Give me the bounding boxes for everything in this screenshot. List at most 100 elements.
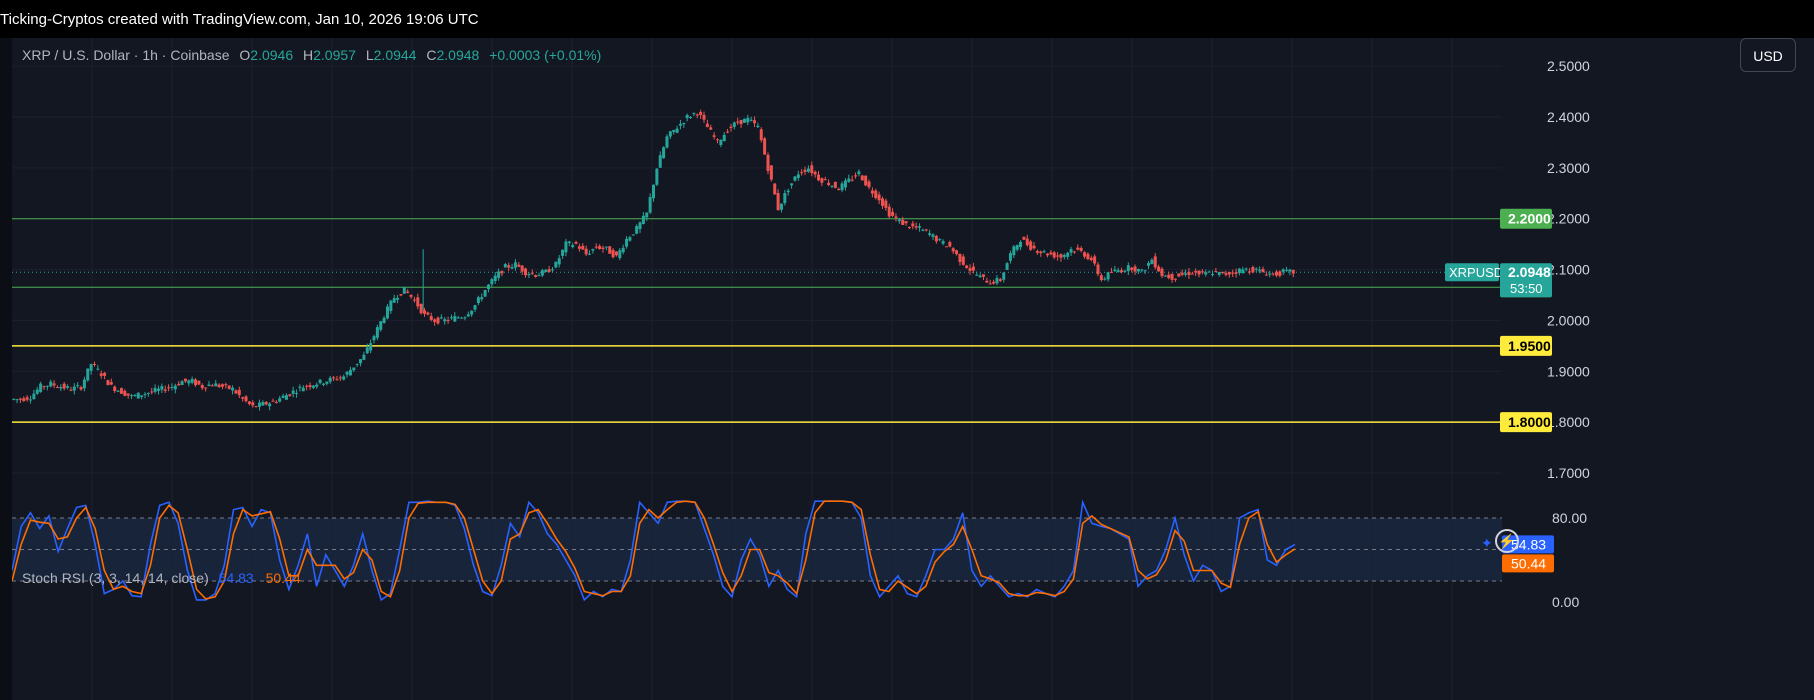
candle-up [840,183,844,191]
candle-up [402,286,406,294]
candle-down [1039,251,1043,254]
candle-down [766,154,770,171]
candle-down [93,363,97,365]
candle-down [109,382,113,385]
candle-up [268,403,272,407]
candle-down [1083,252,1087,257]
candle-down [1177,273,1181,277]
candle-down [1194,270,1198,273]
candle-up [473,305,477,310]
candle-up [591,249,595,251]
candle-up [460,317,464,319]
chart-canvas[interactable]: 2.5000 2.4000 2.3000 2.2000 2.1000 2.0000 1.90… [12,38,1814,700]
candle-up [153,387,157,392]
currency-button[interactable]: USD [1740,38,1796,72]
grid-lines [12,38,1502,700]
candle-down [247,401,251,404]
candle-down [924,229,928,231]
candle-down [412,299,416,301]
candle-down [409,294,413,297]
candle-up [476,297,480,304]
candle-down [736,121,740,123]
candle-up [1002,272,1006,280]
candle-down [800,172,804,174]
candle-up [12,398,16,400]
candle-down [880,198,884,206]
candle-down [237,389,241,396]
candle-down [810,165,814,174]
candle-down [759,129,763,141]
candle-down [1029,241,1033,250]
candle-up [453,316,457,322]
open-value: 2.0946 [250,47,294,63]
candle-down [934,235,938,242]
candle-up [544,269,548,273]
candle-down [773,183,777,195]
candle-down [217,384,221,388]
candle-down [332,377,336,379]
candle-down [803,169,807,172]
candle-down [1231,272,1235,274]
candle-down [1079,248,1083,251]
candle-up [921,229,925,231]
candle-down [1234,272,1238,274]
candle-down [891,211,895,216]
chart-frame[interactable]: 2.5000 2.4000 2.3000 2.2000 2.1000 2.0000 1.90… [12,38,1814,700]
candle-up [675,128,679,133]
candle-up [375,327,379,338]
candle-up [648,197,652,213]
candle-down [1049,252,1053,255]
price-tick-label: 2.5000 [1547,58,1590,74]
candle-down [1173,278,1177,280]
candle-down [500,270,504,274]
candle-down [827,182,831,186]
level-tag-label: 2.2000 [1508,211,1551,227]
candle-up [352,367,356,371]
candle-up [732,122,736,127]
candle-up [554,261,558,268]
lightning-icon[interactable]: ⚡ [1495,529,1519,553]
candle-down [274,402,278,404]
candle-down [1274,271,1278,276]
candle-down [726,131,730,133]
attribution-bar: Ticking-Cryptos created with TradingView… [0,0,1814,38]
candle-up [938,239,942,241]
candle-up [143,394,147,396]
candle-down [244,396,248,402]
candle-up [527,274,531,276]
symbol-legend: XRP / U.S. Dollar · 1h · Coinbase O2.094… [22,47,601,63]
candle-up [786,190,790,193]
candle-down [813,171,817,175]
candle-down [833,181,837,188]
candle-down [1133,266,1137,272]
candle-up [483,290,487,297]
candle-down [769,165,773,180]
candle-down [1248,271,1252,273]
candle-down [1197,270,1201,275]
candle-up [1237,268,1241,273]
candle-up [1207,271,1211,273]
candle-down [901,219,905,225]
candle-up [628,237,632,241]
candle-up [146,392,150,394]
candle-down [584,248,588,255]
candle-down [951,248,955,252]
candle-down [224,384,228,386]
stoch-tick-label: 0.00 [1552,594,1579,610]
level-tag-label: 1.8000 [1508,414,1551,430]
candle-up [1150,259,1154,265]
candle-down [1072,251,1076,253]
candle-down [123,390,127,396]
candle-down [1089,257,1093,261]
candle-up [470,310,474,315]
stoch-rsi-legend[interactable]: Stoch RSI (3, 3, 14, 14, close) 54.83 50… [22,570,301,586]
candle-down [1035,251,1039,253]
candle-down [914,226,918,228]
stoch-tick-label: 80.00 [1552,510,1587,526]
candle-up [497,271,501,278]
candle-up [35,389,39,394]
candle-up [742,118,746,123]
candle-up [362,354,366,360]
candle-up [779,203,783,210]
candle-down [335,379,339,381]
